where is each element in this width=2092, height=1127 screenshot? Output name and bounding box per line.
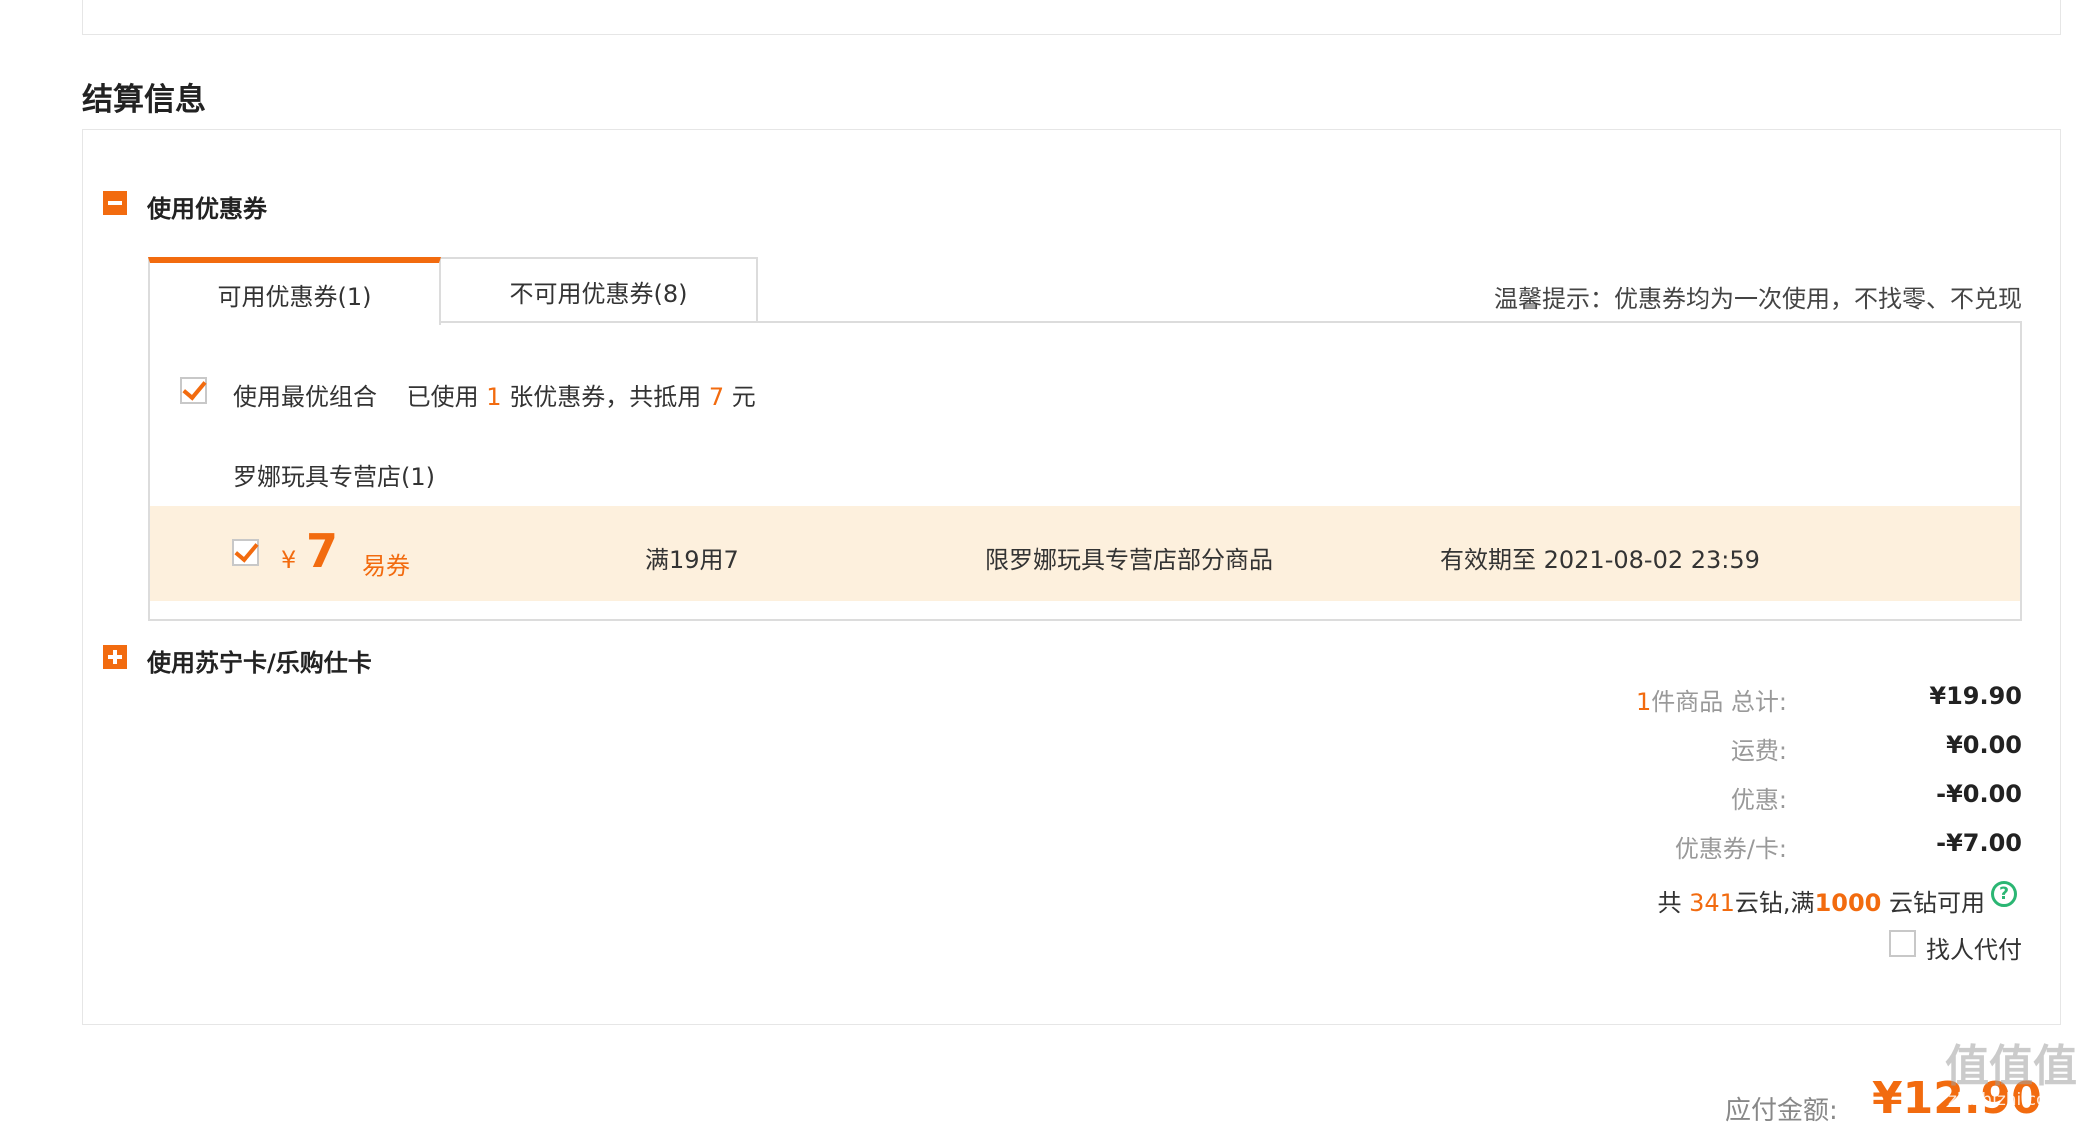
discount-value: -¥0.00 <box>1936 780 2022 808</box>
collapse-icon[interactable] <box>103 191 127 215</box>
check-icon <box>234 537 259 563</box>
pay-for-me-label[interactable]: 找人代付 <box>1926 930 2022 965</box>
diamonds-threshold: 1000 <box>1814 889 1882 917</box>
best-combo-text: 使用最优组合 已使用 1 张优惠券，共抵用 7 元 <box>233 377 756 412</box>
coupon-type: 易券 <box>362 552 410 580</box>
coupon-currency: ¥ <box>281 546 297 574</box>
items-total-label: 1件商品 总计: <box>1636 682 1787 717</box>
best-combo-label: 使用最优组合 <box>233 383 377 411</box>
payable-label: 应付金额: <box>1725 1096 1838 1126</box>
expand-icon[interactable] <box>103 645 127 669</box>
tab-available-coupons[interactable]: 可用优惠券(1) <box>148 257 441 325</box>
watermark-url: zhizhizhi.com <box>1948 1090 2063 1110</box>
coupon-scope: 限罗娜玩具专营店部分商品 <box>985 546 1273 574</box>
coupon-section-label[interactable]: 使用优惠券 <box>147 189 267 224</box>
items-total-value: ¥19.90 <box>1929 682 2022 710</box>
coupon-condition: 满19用7 <box>645 546 739 574</box>
diamonds-suffix: 云钻可用 <box>1889 889 1985 917</box>
used-prefix: 已使用 <box>406 383 479 411</box>
shipping-label: 运费: <box>1730 737 1787 765</box>
card-section-label[interactable]: 使用苏宁卡/乐购仕卡 <box>147 643 372 678</box>
discount-label: 优惠: <box>1730 786 1787 814</box>
used-suffix: 元 <box>731 383 756 411</box>
coupon-checkbox[interactable] <box>232 537 259 566</box>
coupon-total-value: -¥7.00 <box>1936 829 2022 857</box>
diamonds-count: 341 <box>1689 889 1735 917</box>
help-icon-glyph: ? <box>1999 884 2009 904</box>
check-icon <box>182 375 207 401</box>
shipping-value: ¥0.00 <box>1946 731 2022 759</box>
tab-label: 可用优惠券(1) <box>217 282 372 311</box>
coupon-validity: 有效期至 2021-08-02 23:59 <box>1440 546 1760 574</box>
pay-for-me-checkbox[interactable] <box>1889 930 1916 957</box>
tab-label: 不可用优惠券(8) <box>509 279 688 308</box>
used-count: 1 <box>486 383 502 411</box>
watermark-logo: 值值值 <box>1945 1041 2077 1092</box>
help-icon[interactable]: ? <box>1991 881 2017 907</box>
used-amount: 7 <box>708 383 725 411</box>
items-label: 件商品 总计: <box>1651 688 1787 716</box>
tab-unavailable-coupons[interactable]: 不可用优惠券(8) <box>439 257 758 323</box>
diamonds-prefix: 共 <box>1657 889 1682 917</box>
items-count: 1 <box>1636 688 1652 716</box>
coupon-total-label: 优惠券/卡: <box>1674 835 1787 863</box>
section-title: 结算信息 <box>82 82 206 118</box>
store-name: 罗娜玩具专营店(1) <box>233 463 435 491</box>
used-mid: 张优惠券，共抵用 <box>509 383 702 411</box>
coupon-amount: 7 <box>306 524 339 578</box>
previous-section-box <box>82 0 2061 35</box>
best-combo-checkbox[interactable] <box>180 375 207 404</box>
diamonds-info: 共 341云钻,满1000 云钻可用 <box>1657 883 1985 918</box>
diamonds-mid: 云钻,满 <box>1734 889 1815 917</box>
coupon-tip: 温馨提示：优惠券均为一次使用，不找零、不兑现 <box>1494 285 2022 313</box>
